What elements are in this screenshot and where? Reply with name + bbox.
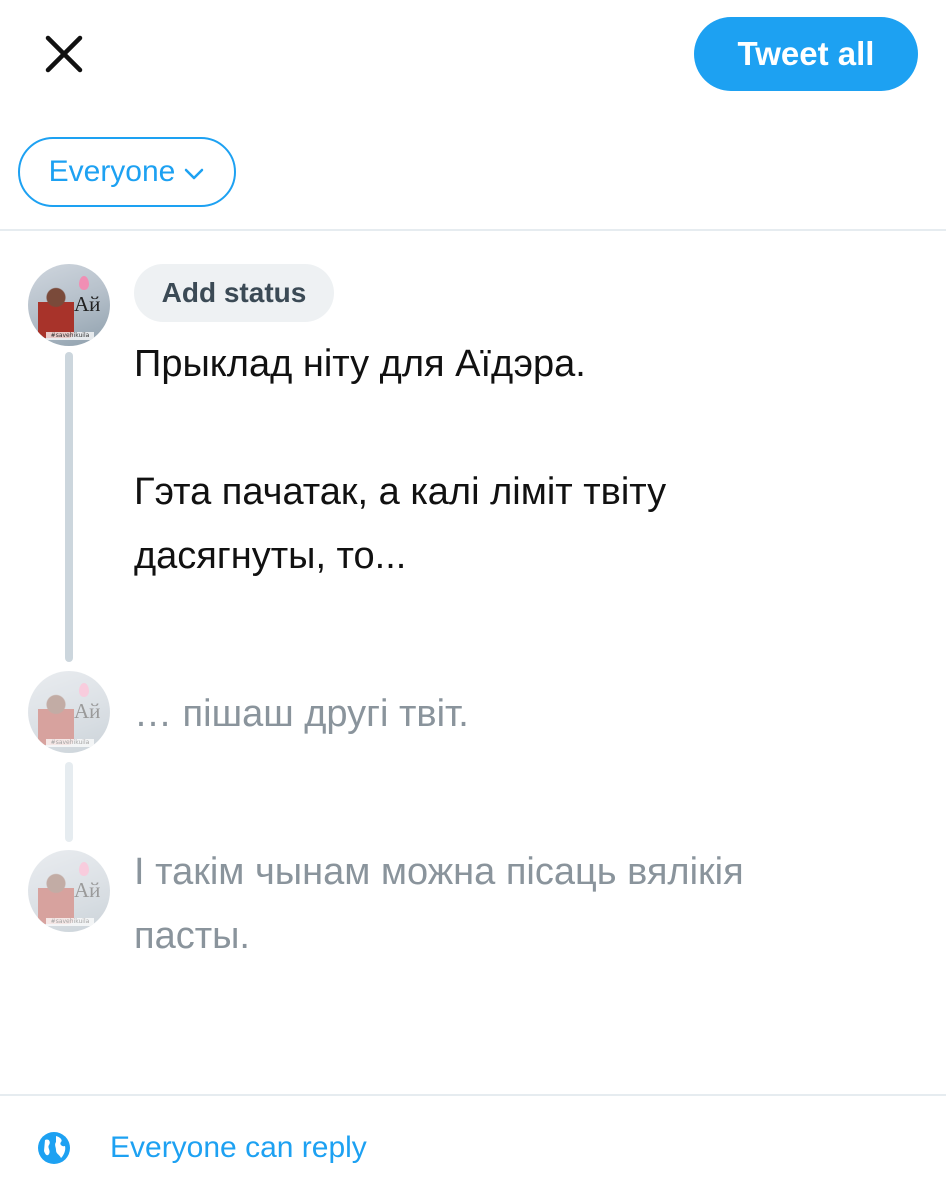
avatar-text: Ай — [74, 878, 101, 902]
thread-connector — [65, 762, 73, 842]
avatar-text: Ай — [74, 292, 101, 316]
thread-connector — [65, 352, 73, 662]
tweet-all-button[interactable]: Tweet all — [694, 17, 918, 91]
add-status-button[interactable]: Add status — [134, 264, 334, 322]
reply-setting-label: Everyone can reply — [110, 1131, 367, 1164]
reply-setting[interactable]: Everyone can reply — [36, 1130, 367, 1166]
chevron-down-icon — [185, 168, 204, 180]
close-icon — [45, 35, 83, 73]
tweet-text-1[interactable]: Прыклад ніту для Аїдэра. Гэта пачатак, а… — [134, 332, 914, 588]
blossom-icon — [79, 276, 89, 290]
close-button[interactable] — [40, 30, 88, 78]
tweet-text-2[interactable]: … пішаш другі твіт. — [134, 682, 914, 746]
blossom-icon — [79, 683, 89, 697]
avatar-text: Ай — [74, 699, 101, 723]
avatar-tag: #savehikuila — [46, 332, 94, 340]
audience-label: Everyone — [48, 155, 176, 188]
avatar: Ай #savehikuila — [28, 671, 110, 753]
audience-selector[interactable]: Everyone — [18, 137, 236, 207]
avatar: Ай #savehikuila — [28, 850, 110, 932]
avatar-tag: #savehikuila — [46, 918, 94, 926]
avatar: Ай #savehikuila — [28, 264, 110, 346]
header-divider — [0, 229, 946, 231]
globe-icon — [38, 1132, 70, 1164]
blossom-icon — [79, 862, 89, 876]
footer-divider — [0, 1094, 946, 1096]
tweet-text-3[interactable]: І такім чынам можна пісаць вялікія пасты… — [134, 840, 914, 968]
avatar-tag: #savehikuila — [46, 739, 94, 747]
